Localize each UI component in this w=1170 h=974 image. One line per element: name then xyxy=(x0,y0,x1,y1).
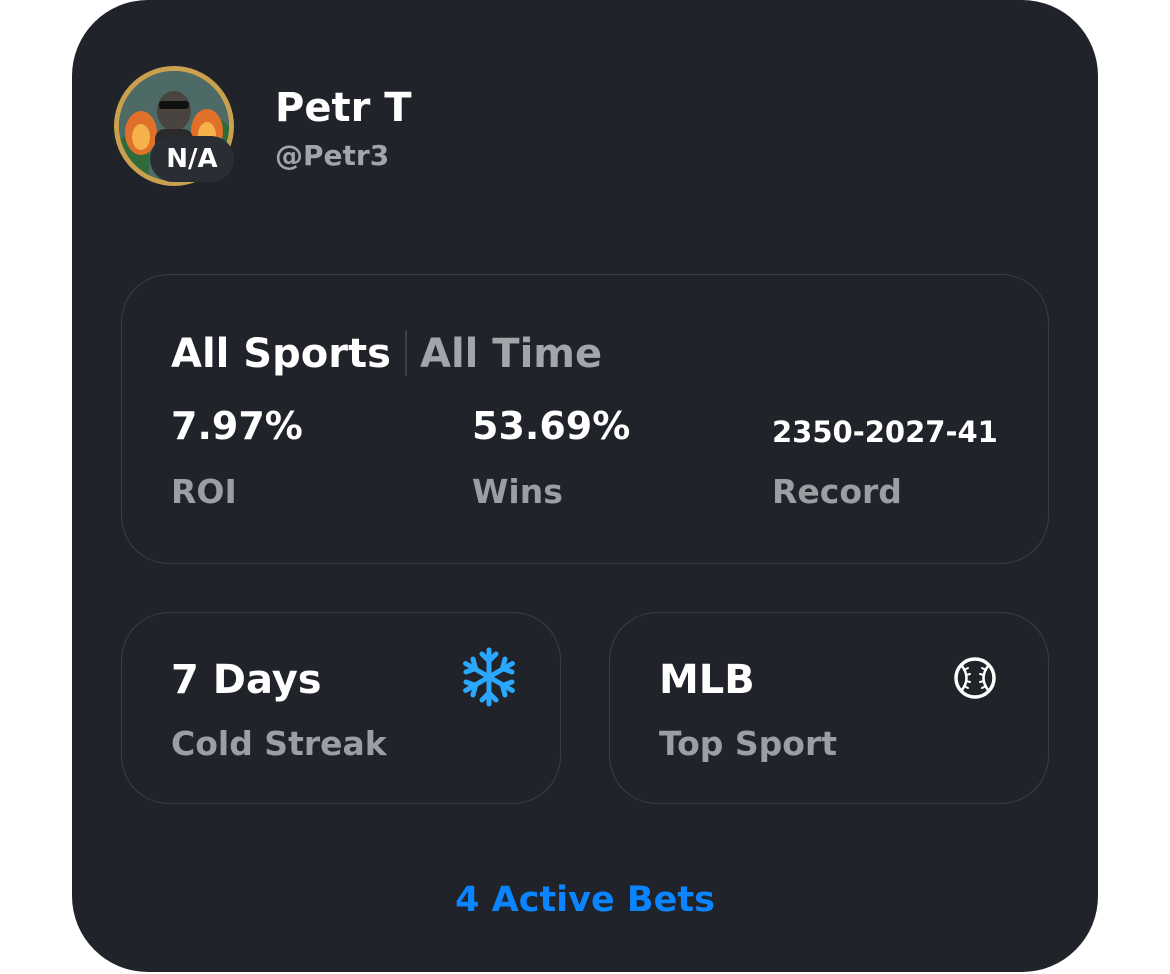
streak-value: 7 Days xyxy=(171,657,322,703)
top-sport-tile[interactable] xyxy=(609,612,1049,804)
streak-label: Cold Streak xyxy=(171,724,387,763)
card-content: All Sports All Time 7.97% ROI 53.69% Win… xyxy=(72,0,1098,972)
roi-value: 7.97% xyxy=(171,404,303,448)
baseball-icon xyxy=(954,657,996,699)
streak-tile[interactable] xyxy=(121,612,561,804)
top-sport-label: Top Sport xyxy=(659,724,838,763)
top-sport-value: MLB xyxy=(659,657,755,703)
snowflake-icon xyxy=(463,647,515,707)
record-label: Record xyxy=(772,472,902,511)
active-bets-link[interactable]: 4 Active Bets xyxy=(72,876,1098,924)
wins-label: Wins xyxy=(472,472,563,511)
filter-divider xyxy=(405,330,407,376)
time-filter[interactable]: All Time xyxy=(420,326,602,382)
record-value: 2350-2027-41 xyxy=(772,415,998,449)
roi-label: ROI xyxy=(171,472,237,511)
wins-value: 53.69% xyxy=(472,404,631,448)
sport-filter[interactable]: All Sports xyxy=(171,326,391,382)
